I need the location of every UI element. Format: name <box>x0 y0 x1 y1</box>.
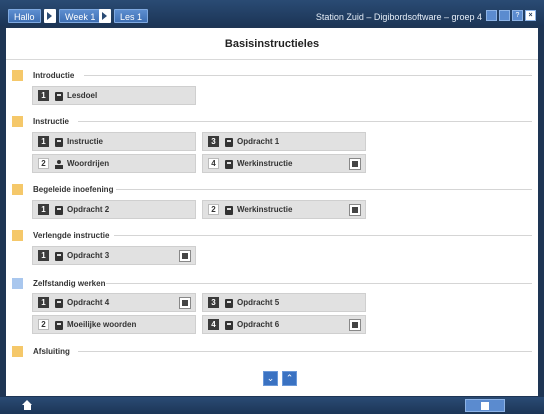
section-marker <box>12 346 23 357</box>
item-label: Opdracht 4 <box>67 298 110 307</box>
item-instructie[interactable]: 1 Instructie <box>32 132 196 151</box>
bottom-bar <box>0 397 544 414</box>
book-icon <box>225 321 233 330</box>
item-opdracht-5[interactable]: 3 Opdracht 5 <box>202 293 366 312</box>
book-icon <box>225 299 233 308</box>
section-divider <box>78 121 532 122</box>
image-icon <box>179 297 191 309</box>
scroll-down-button[interactable]: ⌄ <box>263 371 278 386</box>
item-werkinstructie[interactable]: 4 Werkinstructie <box>202 154 366 173</box>
section-divider <box>78 351 532 352</box>
section-divider <box>84 75 532 76</box>
content-panel: Basisinstructieles Introductie 1 Lesdoel… <box>6 28 538 396</box>
section-marker <box>12 278 23 289</box>
item-label: Opdracht 3 <box>67 251 110 260</box>
dice-icon <box>349 158 361 170</box>
book-icon <box>55 252 63 261</box>
item-number: 2 <box>38 158 49 169</box>
item-label: Opdracht 2 <box>67 205 110 214</box>
book-icon <box>225 160 233 169</box>
section-label-zelfstandig-werken: Zelfstandig werken <box>33 279 106 288</box>
item-label: Werkinstructie <box>237 159 293 168</box>
item-moeilijke-woorden[interactable]: 2 Moeilijke woorden <box>32 315 196 334</box>
section-marker <box>12 70 23 81</box>
dice-icon <box>349 204 361 216</box>
item-opdracht-3[interactable]: 1 Opdracht 3 <box>32 246 196 265</box>
home-icon[interactable] <box>22 400 33 411</box>
breadcrumb-separator-icon <box>44 9 56 23</box>
item-opdracht-4[interactable]: 1 Opdracht 4 <box>32 293 196 312</box>
item-label: Opdracht 6 <box>237 320 280 329</box>
breadcrumb-week[interactable]: Week 1 <box>59 9 102 23</box>
item-number: 1 <box>38 297 49 308</box>
item-number: 1 <box>38 204 49 215</box>
book-icon <box>55 299 63 308</box>
window-icon[interactable] <box>499 10 510 21</box>
notes-icon <box>481 402 489 410</box>
book-icon <box>225 138 233 147</box>
notes-button[interactable] <box>465 399 505 412</box>
item-label: Opdracht 5 <box>237 298 280 307</box>
image-icon <box>179 250 191 262</box>
section-label-instructie: Instructie <box>33 117 70 126</box>
help-icon[interactable]: ? <box>512 10 523 21</box>
item-number: 2 <box>38 319 49 330</box>
item-label: Opdracht 1 <box>237 137 280 146</box>
item-label: Werkinstructie <box>237 205 293 214</box>
item-number: 4 <box>208 158 219 169</box>
item-number: 2 <box>208 204 219 215</box>
divider <box>6 59 538 60</box>
section-marker <box>12 230 23 241</box>
section-divider <box>114 235 532 236</box>
book-icon <box>225 206 233 215</box>
item-opdracht-2[interactable]: 1 Opdracht 2 <box>32 200 196 219</box>
item-number: 1 <box>38 90 49 101</box>
book-icon <box>55 206 63 215</box>
item-lesdoel[interactable]: 1 Lesdoel <box>32 86 196 105</box>
breadcrumb-hallo[interactable]: Hallo <box>8 9 41 23</box>
section-marker <box>12 184 23 195</box>
page-title: Basisinstructieles <box>224 38 320 50</box>
section-marker <box>12 116 23 127</box>
app-title: Station Zuid – Digibordsoftware – groep … <box>315 12 482 22</box>
section-divider <box>106 283 532 284</box>
item-label: Instructie <box>67 137 104 146</box>
breadcrumb-les[interactable]: Les 1 <box>114 9 149 23</box>
section-divider <box>116 189 532 190</box>
book-icon <box>55 92 63 101</box>
people-icon <box>55 160 63 169</box>
item-label: Woordrijen <box>67 159 110 168</box>
section-label-introductie: Introductie <box>33 71 75 80</box>
item-label: Moeilijke woorden <box>67 320 137 329</box>
section-label-verlengde-instructie: Verlengde instructie <box>33 231 110 240</box>
item-werkinstructie[interactable]: 2 Werkinstructie <box>202 200 366 219</box>
item-number: 1 <box>38 136 49 147</box>
scroll-up-button[interactable]: ⌃ <box>282 371 297 386</box>
section-label-afsluiting: Afsluiting <box>33 347 70 356</box>
item-number: 1 <box>38 250 49 261</box>
breadcrumb-separator-icon <box>99 9 111 23</box>
item-number: 4 <box>208 319 219 330</box>
close-icon[interactable]: × <box>525 10 536 21</box>
item-woordrijen[interactable]: 2 Woordrijen <box>32 154 196 173</box>
section-label-begeleide-inoefening: Begeleide inoefening <box>33 185 114 194</box>
item-number: 3 <box>208 297 219 308</box>
top-bar: Hallo Week 1 Les 1 Station Zuid – Digibo… <box>0 0 544 26</box>
dice-icon <box>349 319 361 331</box>
item-opdracht-6[interactable]: 4 Opdracht 6 <box>202 315 366 334</box>
panel-icon[interactable] <box>486 10 497 21</box>
item-label: Lesdoel <box>67 91 98 100</box>
book-icon <box>55 138 63 147</box>
item-number: 3 <box>208 136 219 147</box>
book-icon <box>55 321 63 330</box>
item-opdracht-1[interactable]: 3 Opdracht 1 <box>202 132 366 151</box>
